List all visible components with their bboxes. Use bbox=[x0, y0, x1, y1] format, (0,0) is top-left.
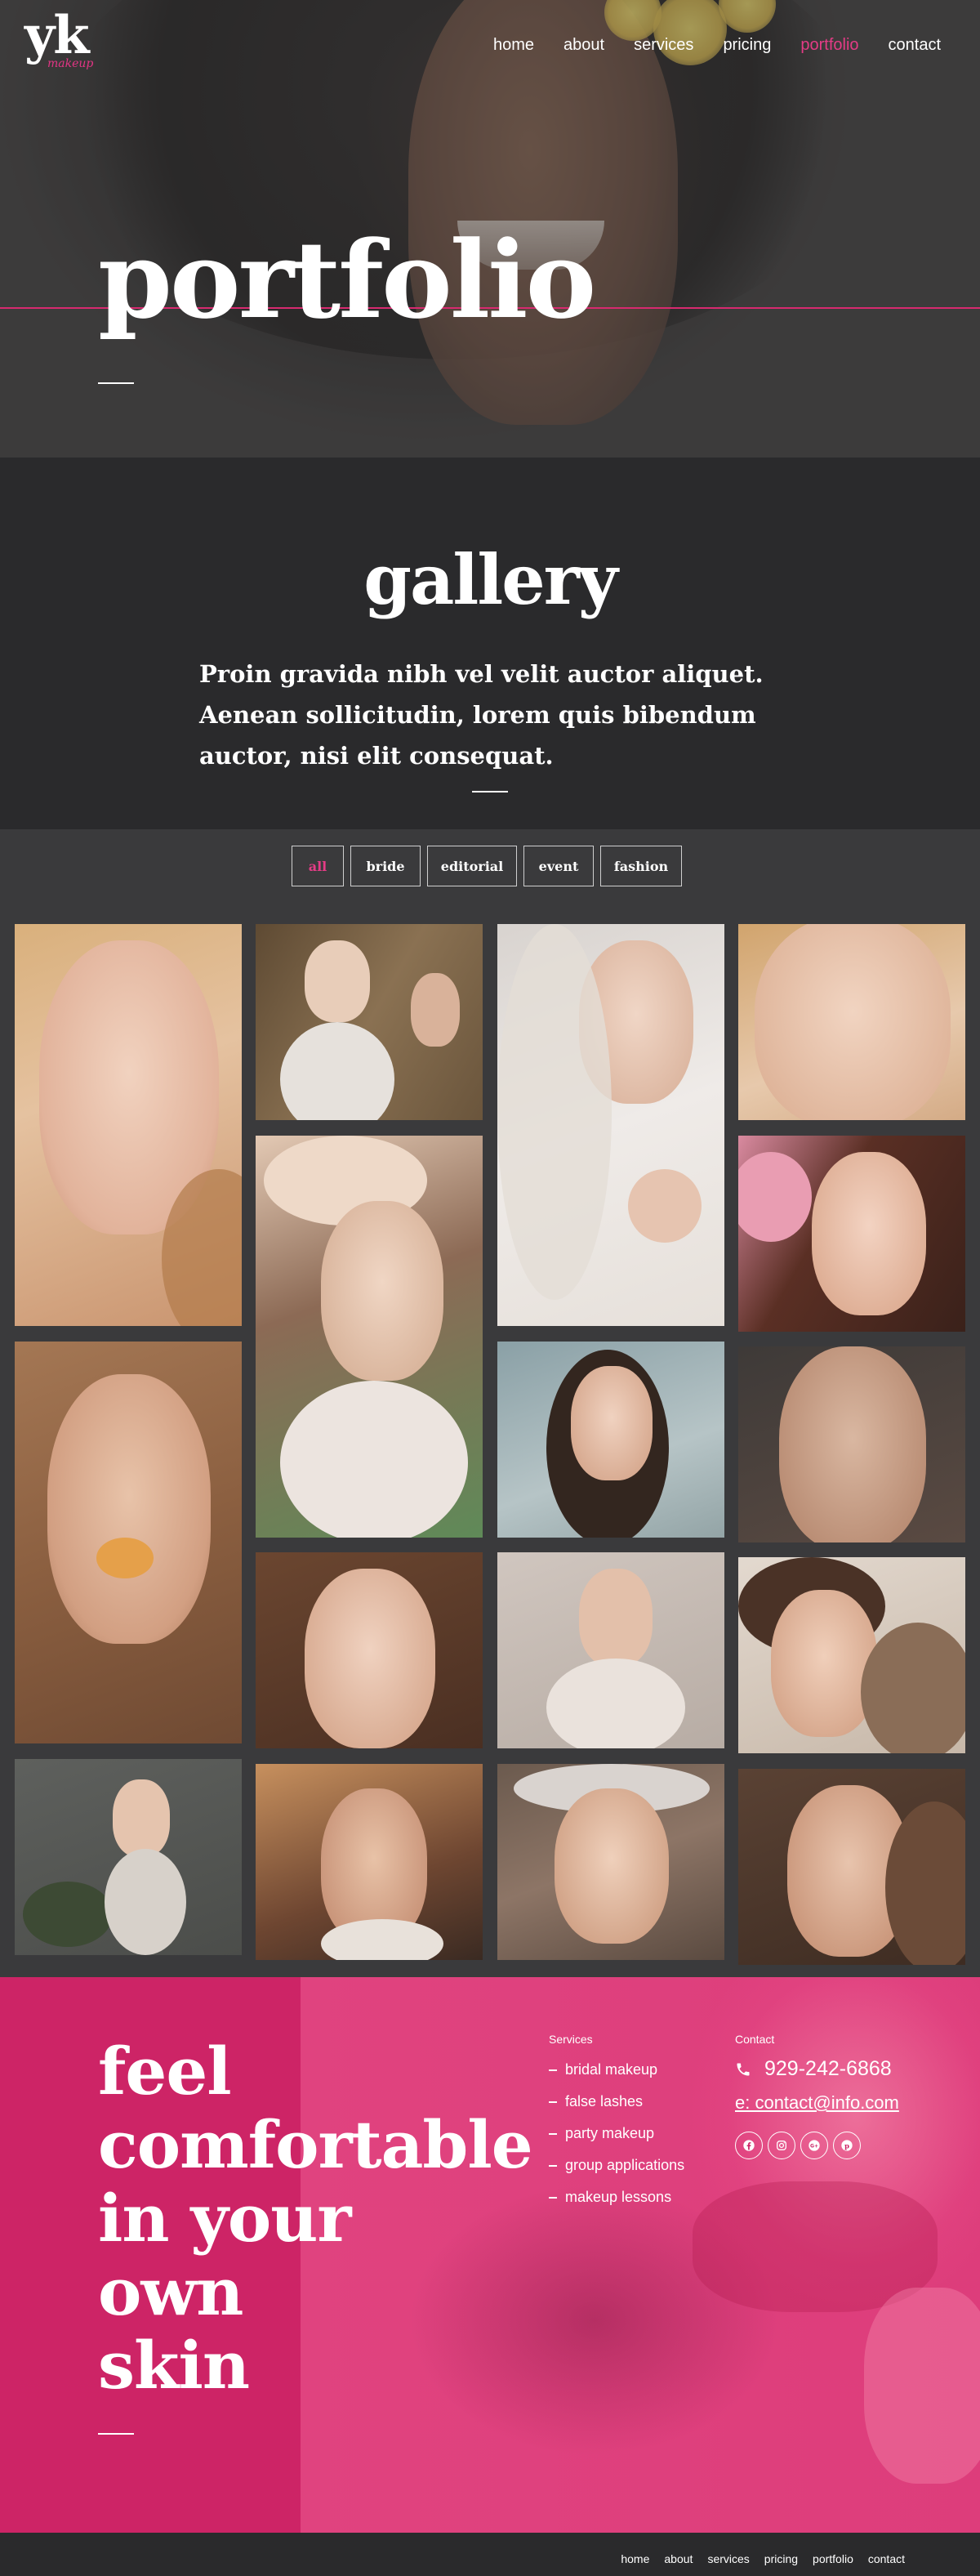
footer-nav-pricing[interactable]: pricing bbox=[764, 2552, 798, 2565]
services-list: Services bridal makeup false lashes part… bbox=[549, 2033, 728, 2213]
service-label: bridal makeup bbox=[565, 2061, 658, 2078]
logo-signature: makeup bbox=[47, 57, 94, 70]
dash-bullet-icon bbox=[549, 2196, 557, 2199]
cta-divider bbox=[98, 2433, 134, 2435]
filter-event-button[interactable]: event bbox=[523, 846, 594, 886]
nav-item-about[interactable]: about bbox=[564, 36, 604, 55]
gallery-heading: gallery bbox=[363, 539, 618, 620]
gallery-item[interactable] bbox=[497, 924, 724, 1326]
hero-divider bbox=[98, 382, 134, 384]
cta-section: feel comfortable in your own skin Servic… bbox=[0, 1977, 980, 2533]
gallery-item[interactable] bbox=[497, 1552, 724, 1748]
svg-text:G+: G+ bbox=[810, 2144, 818, 2150]
cta-heading: feel comfortable in your own skin bbox=[98, 2034, 555, 2402]
site-footer: home about services pricing portfolio co… bbox=[0, 2533, 980, 2576]
gallery-item[interactable] bbox=[738, 1136, 965, 1332]
services-heading: Services bbox=[549, 2033, 593, 2046]
nav-item-home[interactable]: home bbox=[493, 36, 534, 55]
filter-all-button[interactable]: all bbox=[292, 846, 344, 886]
social-links: G+ p bbox=[735, 2132, 947, 2159]
service-label: makeup lessons bbox=[565, 2189, 672, 2205]
gallery-item[interactable] bbox=[15, 1759, 242, 1955]
facebook-icon[interactable] bbox=[735, 2132, 763, 2159]
cta-line: comfortable bbox=[98, 2106, 533, 2183]
cta-line: skin bbox=[98, 2327, 250, 2404]
contact-phone[interactable]: 929-242-6868 bbox=[735, 2057, 947, 2081]
gallery-item[interactable] bbox=[256, 924, 483, 1120]
service-item[interactable]: party makeup bbox=[549, 2118, 728, 2150]
service-label: false lashes bbox=[565, 2093, 644, 2109]
logo-text: yk bbox=[24, 5, 90, 66]
gallery-item[interactable] bbox=[256, 1136, 483, 1538]
gallery-item[interactable] bbox=[738, 1557, 965, 1753]
dash-bullet-icon bbox=[549, 2164, 557, 2167]
dash-bullet-icon bbox=[549, 2132, 557, 2135]
svg-text:p: p bbox=[844, 2142, 849, 2150]
site-logo[interactable]: yk makeup bbox=[24, 10, 114, 75]
nav-item-contact[interactable]: contact bbox=[889, 36, 941, 55]
cta-line: own bbox=[98, 2253, 243, 2330]
gallery-item[interactable] bbox=[738, 924, 965, 1120]
contact-heading: Contact bbox=[735, 2033, 775, 2046]
instagram-icon[interactable] bbox=[768, 2132, 795, 2159]
contact-block: Contact 929-242-6868 e: contact@info.com… bbox=[735, 2033, 947, 2159]
cta-line: feel bbox=[98, 2033, 232, 2109]
google-plus-icon[interactable]: G+ bbox=[800, 2132, 828, 2159]
footer-nav-services[interactable]: services bbox=[707, 2552, 749, 2565]
cta-line: in your bbox=[98, 2180, 352, 2257]
gallery-filters: all bride editorial event fashion bbox=[0, 829, 980, 911]
contact-email-link[interactable]: e: contact@info.com bbox=[735, 2092, 947, 2114]
gallery-item[interactable] bbox=[15, 1342, 242, 1743]
footer-nav-contact[interactable]: contact bbox=[868, 2552, 905, 2565]
service-label: party makeup bbox=[565, 2125, 655, 2141]
service-label: group applications bbox=[565, 2157, 685, 2173]
filter-bar: all bride editorial event fashion bbox=[292, 846, 688, 886]
filter-editorial-button[interactable]: editorial bbox=[427, 846, 517, 886]
gallery-item[interactable] bbox=[497, 1342, 724, 1538]
footer-nav-about[interactable]: about bbox=[664, 2552, 693, 2565]
gallery-divider bbox=[472, 791, 508, 792]
nav-item-portfolio[interactable]: portfolio bbox=[800, 36, 858, 55]
gallery-item[interactable] bbox=[256, 1552, 483, 1748]
phone-icon bbox=[737, 2063, 750, 2075]
service-item[interactable]: makeup lessons bbox=[549, 2181, 728, 2213]
footer-nav-home[interactable]: home bbox=[621, 2552, 649, 2565]
pinterest-icon[interactable]: p bbox=[833, 2132, 861, 2159]
gallery-item[interactable] bbox=[15, 924, 242, 1326]
service-item[interactable]: bridal makeup bbox=[549, 2054, 728, 2086]
gallery-intro: gallery Proin gravida nibh vel velit auc… bbox=[0, 458, 980, 829]
gallery-description: Proin gravida nibh vel velit auctor aliq… bbox=[199, 660, 764, 770]
gallery-item[interactable] bbox=[738, 1346, 965, 1542]
gallery-item[interactable] bbox=[256, 1764, 483, 1960]
gallery-grid bbox=[0, 911, 980, 1977]
footer-nav-portfolio[interactable]: portfolio bbox=[813, 2552, 853, 2565]
nav-item-services[interactable]: services bbox=[634, 36, 693, 55]
hero-section: yk makeup home about services pricing po… bbox=[0, 0, 980, 458]
service-item[interactable]: false lashes bbox=[549, 2086, 728, 2118]
filter-bride-button[interactable]: bride bbox=[350, 846, 421, 886]
page-title: portfolio bbox=[98, 217, 596, 342]
phone-number: 929-242-6868 bbox=[764, 2057, 892, 2080]
gallery-item[interactable] bbox=[497, 1764, 724, 1960]
dash-bullet-icon bbox=[549, 2069, 557, 2071]
service-item[interactable]: group applications bbox=[549, 2150, 728, 2181]
main-nav: home about services pricing portfolio co… bbox=[464, 36, 941, 55]
cta-photo-shape bbox=[864, 2288, 980, 2484]
footer-nav: home about services pricing portfolio co… bbox=[606, 2552, 905, 2565]
gallery-item[interactable] bbox=[738, 1769, 965, 1965]
nav-item-pricing[interactable]: pricing bbox=[723, 36, 771, 55]
dash-bullet-icon bbox=[549, 2101, 557, 2103]
filter-fashion-button[interactable]: fashion bbox=[600, 846, 682, 886]
